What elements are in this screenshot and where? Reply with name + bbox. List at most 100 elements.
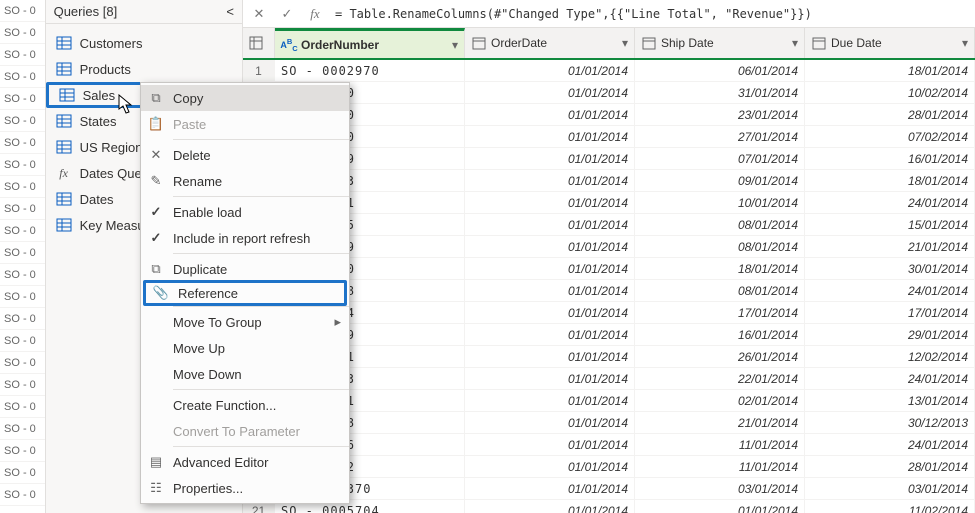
cell-duedate[interactable]: 24/01/2014: [805, 434, 975, 456]
menu-item-move-down[interactable]: Move Down: [141, 361, 349, 387]
menu-item-include-in-report-refresh[interactable]: ✓Include in report refresh: [141, 225, 349, 251]
table-row[interactable]: 20SO - 00037001/01/201403/01/201403/01/2…: [243, 478, 975, 500]
cell-duedate[interactable]: 03/01/2014: [805, 478, 975, 500]
cell-orderdate[interactable]: 01/01/2014: [465, 236, 635, 258]
cell-orderdate[interactable]: 01/01/2014: [465, 302, 635, 324]
menu-item-properties-[interactable]: ☷Properties...: [141, 475, 349, 501]
cell-orderdate[interactable]: 01/01/2014: [465, 60, 635, 82]
column-header-orderdate[interactable]: OrderDate▾: [465, 28, 635, 58]
cell-shipdate[interactable]: 02/01/2014: [635, 390, 805, 412]
table-row[interactable]: 8- 000325501/01/201408/01/201415/01/2014: [243, 214, 975, 236]
menu-item-create-function-[interactable]: Create Function...: [141, 392, 349, 418]
table-row[interactable]: 10- 000934001/01/201418/01/201430/01/201…: [243, 258, 975, 280]
cell-duedate[interactable]: 10/02/2014: [805, 82, 975, 104]
cell-shipdate[interactable]: 10/01/2014: [635, 192, 805, 214]
table-row[interactable]: 3- 000834001/01/201423/01/201428/01/2014: [243, 104, 975, 126]
table-row[interactable]: 18- 000222601/01/201411/01/201424/01/201…: [243, 434, 975, 456]
cell-shipdate[interactable]: 16/01/2014: [635, 324, 805, 346]
table-row[interactable]: 13- 000753901/01/201416/01/201429/01/201…: [243, 324, 975, 346]
menu-item-advanced-editor[interactable]: ▤Advanced Editor: [141, 449, 349, 475]
table-row[interactable]: 6- 000745301/01/201409/01/201418/01/2014: [243, 170, 975, 192]
query-item-customers[interactable]: Customers: [46, 30, 242, 56]
cell-orderdate[interactable]: 01/01/2014: [465, 412, 635, 434]
table-row[interactable]: 12- 000919401/01/201417/01/201417/01/201…: [243, 302, 975, 324]
cell-shipdate[interactable]: 22/01/2014: [635, 368, 805, 390]
commit-formula-icon[interactable]: ✓: [277, 4, 297, 24]
column-filter-dropdown-icon[interactable]: ▾: [962, 36, 968, 50]
cell-duedate[interactable]: 18/01/2014: [805, 60, 975, 82]
cell-duedate[interactable]: 28/01/2014: [805, 456, 975, 478]
cell-duedate[interactable]: 30/12/2013: [805, 412, 975, 434]
column-filter-dropdown-icon[interactable]: ▾: [622, 36, 628, 50]
cell-orderdate[interactable]: 01/01/2014: [465, 214, 635, 236]
cell-duedate[interactable]: 24/01/2014: [805, 192, 975, 214]
table-row[interactable]: 5- 000111901/01/201407/01/201416/01/2014: [243, 148, 975, 170]
menu-item-duplicate[interactable]: ⧉Duplicate: [141, 256, 349, 282]
table-row[interactable]: 11- 000951801/01/201408/01/201424/01/201…: [243, 280, 975, 302]
cell-shipdate[interactable]: 08/01/2014: [635, 214, 805, 236]
cell-orderdate[interactable]: 01/01/2014: [465, 324, 635, 346]
cell-shipdate[interactable]: 31/01/2014: [635, 82, 805, 104]
cell-shipdate[interactable]: 27/01/2014: [635, 126, 805, 148]
table-row[interactable]: 21SO - 000570401/01/201401/01/201411/02/…: [243, 500, 975, 513]
table-row[interactable]: 2- 000408001/01/201431/01/201410/02/2014: [243, 82, 975, 104]
cell-shipdate[interactable]: 11/01/2014: [635, 456, 805, 478]
cell-shipdate[interactable]: 01/01/2014: [635, 500, 805, 513]
menu-item-rename[interactable]: ✎Rename: [141, 168, 349, 194]
column-header-ordernumber[interactable]: ABCOrderNumber▾: [275, 28, 465, 58]
cell-duedate[interactable]: 13/01/2014: [805, 390, 975, 412]
column-header-due-date[interactable]: Due Date▾: [805, 28, 975, 58]
menu-item-move-to-group[interactable]: Move To Group▸: [141, 309, 349, 335]
cell-shipdate[interactable]: 18/01/2014: [635, 258, 805, 280]
table-row[interactable]: 4- 000918001/01/201427/01/201407/02/2014: [243, 126, 975, 148]
cell-orderdate[interactable]: 01/01/2014: [465, 170, 635, 192]
cell-orderdate[interactable]: 01/01/2014: [465, 104, 635, 126]
column-header-ship-date[interactable]: Ship Date▾: [635, 28, 805, 58]
menu-item-enable-load[interactable]: ✓Enable load: [141, 199, 349, 225]
row-index[interactable]: 1: [243, 60, 275, 82]
cell-duedate[interactable]: 28/01/2014: [805, 104, 975, 126]
cell-orderdate[interactable]: 01/01/2014: [465, 148, 635, 170]
menu-item-move-up[interactable]: Move Up: [141, 335, 349, 361]
cell-orderdate[interactable]: 01/01/2014: [465, 346, 635, 368]
cell-shipdate[interactable]: 23/01/2014: [635, 104, 805, 126]
table-row[interactable]: 1SO - 000297001/01/201406/01/201418/01/2…: [243, 60, 975, 82]
cancel-formula-icon[interactable]: ✕: [249, 4, 269, 24]
cell-orderdate[interactable]: 01/01/2014: [465, 82, 635, 104]
cell-shipdate[interactable]: 09/01/2014: [635, 170, 805, 192]
cell-shipdate[interactable]: 17/01/2014: [635, 302, 805, 324]
cell-duedate[interactable]: 17/01/2014: [805, 302, 975, 324]
cell-duedate[interactable]: 07/02/2014: [805, 126, 975, 148]
cell-shipdate[interactable]: 08/01/2014: [635, 236, 805, 258]
cell-shipdate[interactable]: 06/01/2014: [635, 60, 805, 82]
cell-orderdate[interactable]: 01/01/2014: [465, 500, 635, 513]
cell-shipdate[interactable]: 08/01/2014: [635, 280, 805, 302]
cell-duedate[interactable]: 18/01/2014: [805, 170, 975, 192]
column-filter-dropdown-icon[interactable]: ▾: [452, 38, 458, 52]
cell-orderdate[interactable]: 01/01/2014: [465, 434, 635, 456]
cell-duedate[interactable]: 24/01/2014: [805, 280, 975, 302]
cell-duedate[interactable]: 21/01/2014: [805, 236, 975, 258]
cell-orderdate[interactable]: 01/01/2014: [465, 126, 635, 148]
cell-duedate[interactable]: 11/02/2014: [805, 500, 975, 513]
table-row[interactable]: 16- 000296101/01/201402/01/201413/01/201…: [243, 390, 975, 412]
table-row[interactable]: 9- 001073901/01/201408/01/201421/01/2014: [243, 236, 975, 258]
cell-shipdate[interactable]: 11/01/2014: [635, 434, 805, 456]
table-row[interactable]: 7- 000920101/01/201410/01/201424/01/2014: [243, 192, 975, 214]
menu-item-reference[interactable]: 📎Reference: [143, 280, 347, 306]
cell-orderdate[interactable]: 01/01/2014: [465, 456, 635, 478]
fx-icon[interactable]: fx: [305, 4, 325, 24]
menu-item-copy[interactable]: ⧉Copy: [141, 85, 349, 111]
queries-header[interactable]: Queries [8] <: [46, 0, 242, 24]
cell-shipdate[interactable]: 07/01/2014: [635, 148, 805, 170]
cell-shipdate[interactable]: 26/01/2014: [635, 346, 805, 368]
cell-orderdate[interactable]: 01/01/2014: [465, 368, 635, 390]
cell-duedate[interactable]: 30/01/2014: [805, 258, 975, 280]
cell-orderdate[interactable]: 01/01/2014: [465, 258, 635, 280]
menu-item-delete[interactable]: ✕Delete: [141, 142, 349, 168]
query-item-products[interactable]: Products: [46, 56, 242, 82]
cell-duedate[interactable]: 24/01/2014: [805, 368, 975, 390]
column-filter-dropdown-icon[interactable]: ▾: [792, 36, 798, 50]
table-row[interactable]: 14- 000149101/01/201426/01/201412/02/201…: [243, 346, 975, 368]
table-row[interactable]: 19- 000381201/01/201411/01/201428/01/201…: [243, 456, 975, 478]
